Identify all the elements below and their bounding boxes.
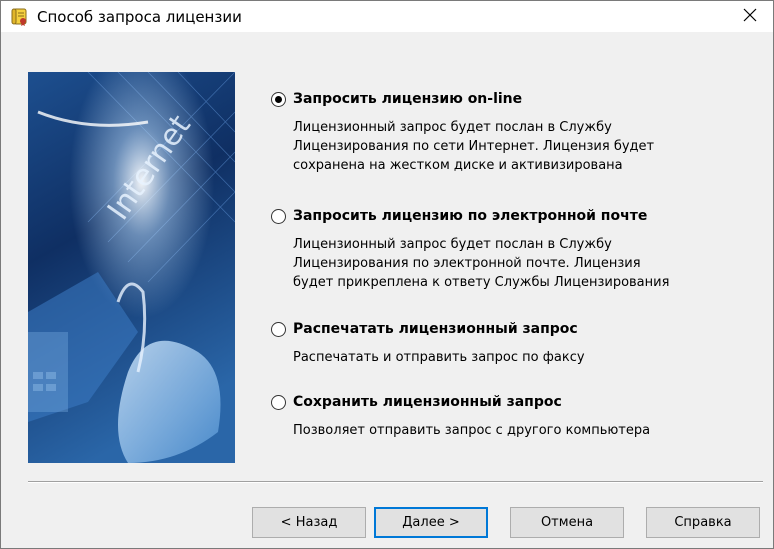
license-scroll-icon: [10, 7, 30, 27]
window-title: Способ запроса лицензии: [37, 8, 242, 26]
dialog-client-area: Internet Запросить лицензию on-line Лице: [1, 32, 773, 548]
internet-banner-image: Internet: [28, 72, 235, 463]
cancel-button[interactable]: Отмена: [510, 507, 624, 538]
radio-print[interactable]: [271, 322, 286, 337]
option-online-description: Лицензионный запрос будет послан в Служб…: [293, 118, 763, 175]
option-online-desc-line: Лицензионный запрос будет послан в Служб…: [293, 120, 612, 135]
close-icon: [743, 8, 757, 26]
option-online-desc-line: сохранена на жестком диске и активизиров…: [293, 158, 623, 173]
option-email-desc-line: Лицензионный запрос будет послан в Служб…: [293, 237, 612, 252]
option-save-desc-line: Позволяет отправить запрос с другого ком…: [293, 423, 651, 438]
option-email-description: Лицензионный запрос будет послан в Служб…: [293, 235, 763, 292]
back-button[interactable]: < Назад: [252, 507, 366, 538]
radio-email[interactable]: [271, 209, 286, 224]
close-button[interactable]: [727, 1, 773, 32]
option-email-desc-line: Лицензирования по электронной почте. Лиц…: [293, 256, 641, 271]
option-print-desc-line: Распечатать и отправить запрос по факсу: [293, 350, 585, 365]
option-print-description: Распечатать и отправить запрос по факсу: [293, 348, 763, 367]
option-save-label[interactable]: Сохранить лицензионный запрос: [293, 394, 562, 410]
option-email-desc-line: будет прикреплена к ответу Службы Лиценз…: [293, 275, 670, 290]
license-request-dialog: Способ запроса лицензии Internet Запроси…: [0, 0, 774, 549]
title-bar[interactable]: Способ запроса лицензии: [1, 1, 773, 32]
option-email-label[interactable]: Запросить лицензию по электронной почте: [293, 208, 647, 224]
option-online-desc-line: Лицензирования по сети Интернет. Лицензи…: [293, 139, 655, 154]
button-separator: [28, 481, 763, 483]
option-print-label[interactable]: Распечатать лицензионный запрос: [293, 321, 578, 337]
help-button[interactable]: Справка: [646, 507, 760, 538]
option-online-label[interactable]: Запросить лицензию on-line: [293, 91, 522, 107]
radio-save[interactable]: [271, 395, 286, 410]
radio-online[interactable]: [271, 92, 286, 107]
option-save-description: Позволяет отправить запрос с другого ком…: [293, 421, 763, 440]
next-button[interactable]: Далее >: [374, 507, 488, 538]
